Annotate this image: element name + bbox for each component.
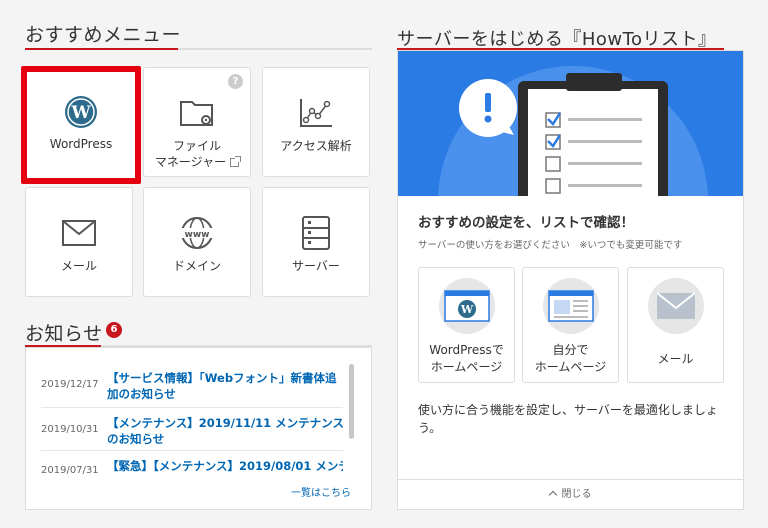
card-label: メール [657, 352, 694, 366]
external-link-icon [230, 156, 242, 167]
wordpress-browser-icon: W [439, 278, 495, 334]
news-item[interactable]: 2019/07/31 【緊急】【メンテナンス】2019/08/01 メンテ [41, 454, 343, 474]
card-label: 自分で ホームページ [534, 343, 607, 374]
tile-label: サーバー [292, 259, 340, 273]
news-title: お知らせ [25, 323, 103, 345]
news-count-badge: 6 [106, 322, 122, 338]
howto-hero-illustration [398, 51, 743, 196]
tile-label: ファイル マネージャー [144, 138, 250, 170]
line-chart-icon [263, 94, 369, 132]
svg-text:W: W [70, 103, 91, 123]
news-date: 2019/07/31 [41, 465, 99, 474]
howto-close-button[interactable]: 閉じる [398, 479, 743, 509]
server-icon [263, 214, 369, 252]
www-globe-icon: www [144, 214, 250, 252]
close-label: 閉じる [561, 489, 592, 500]
news-item[interactable]: 2019/12/17 【サービス情報】「Webフォント」新書体追加のお知らせ [41, 368, 343, 408]
tile-wordpress[interactable]: W WordPress [21, 66, 141, 184]
envelope-icon [26, 214, 132, 252]
news-link[interactable]: 【サービス情報】「Webフォント」新書体追加のお知らせ [107, 370, 345, 402]
folder-gear-icon [144, 94, 250, 132]
card-own-homepage[interactable]: 自分で ホームページ [522, 267, 619, 383]
svg-text:www: www [185, 230, 210, 240]
tile-access-analysis[interactable]: アクセス解析 [262, 67, 370, 177]
tile-label: メール [60, 259, 97, 273]
tile-file-manager[interactable]: ? ファイル マネージャー [143, 67, 251, 177]
news-list: 2019/12/17 【サービス情報】「Webフォント」新書体追加のお知らせ 2… [25, 347, 372, 510]
news-more-link[interactable]: 一覧はこちら [291, 484, 351, 499]
tile-label: ドメイン [172, 259, 221, 273]
wordpress-icon: W [27, 93, 135, 131]
news-date: 2019/10/31 [41, 424, 99, 435]
card-label: WordPressで ホームページ [429, 343, 504, 374]
card-wordpress-homepage[interactable]: W WordPressで ホームページ [418, 267, 515, 383]
tile-label: アクセス解析 [280, 139, 352, 153]
howto-subtext: サーバーの使い方をお選びください ※いつでも変更可能です [418, 240, 683, 251]
tile-server[interactable]: サーバー [262, 187, 370, 297]
howto-heading: おすすめの設定を、リストで確認！ [418, 215, 634, 231]
card-mail[interactable]: メール [627, 267, 724, 383]
news-date: 2019/12/17 [41, 379, 99, 390]
howto-panel: おすすめの設定を、リストで確認！ サーバーの使い方をお選びください ※いつでも変… [397, 50, 744, 510]
news-scrollbar[interactable] [349, 364, 354, 439]
tile-domain[interactable]: www ドメイン [143, 187, 251, 297]
news-item[interactable]: 2019/10/31 【メンテナンス】2019/11/11 メンテナンスのお知ら… [41, 411, 345, 451]
tile-label: WordPress [49, 137, 113, 151]
webpage-icon [543, 278, 599, 334]
news-link[interactable]: 【緊急】【メンテナンス】2019/08/01 メンテ [107, 458, 343, 474]
file-manager-label: ファイル マネージャー [154, 139, 227, 169]
svg-text:W: W [460, 303, 474, 316]
help-icon[interactable]: ? [228, 74, 243, 89]
chevron-up-icon [548, 490, 557, 500]
tile-mail[interactable]: メール [25, 187, 133, 297]
envelope-icon [648, 278, 704, 334]
recommended-title-underline [25, 48, 372, 50]
recommended-menu-title: おすすめメニュー [25, 24, 182, 46]
news-link[interactable]: 【メンテナンス】2019/11/11 メンテナンスのお知らせ [107, 415, 345, 447]
howto-description: 使い方に合う機能を設定し、サーバーを最適化しましょう。 [418, 403, 718, 435]
